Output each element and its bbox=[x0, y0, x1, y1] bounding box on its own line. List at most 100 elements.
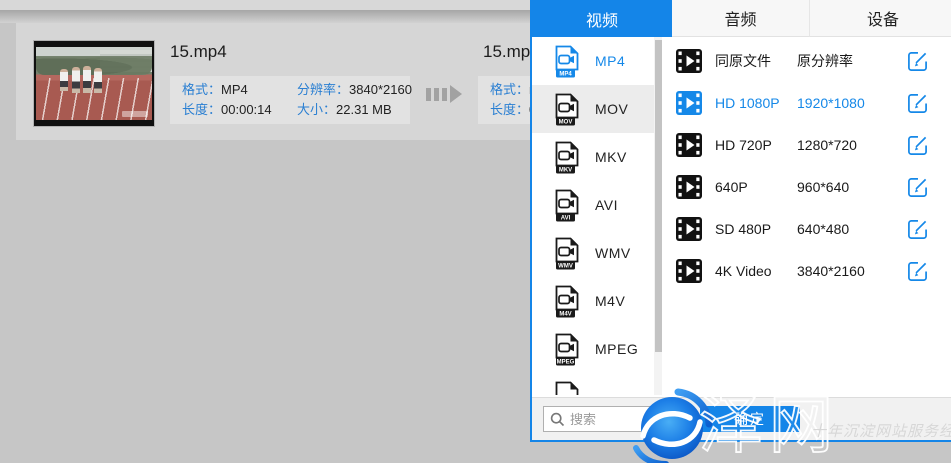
popup-tabs: 视频 音频 设备 bbox=[532, 0, 951, 37]
file-format-icon: MPEG bbox=[554, 333, 580, 366]
duration-label: 长度： bbox=[490, 102, 529, 117]
preset-resolution: 1920*1080 bbox=[797, 95, 907, 111]
edit-icon bbox=[907, 219, 928, 240]
svg-text:M4V: M4V bbox=[559, 311, 571, 317]
preset-list: 同原文件 原分辨率 bbox=[662, 37, 951, 395]
format-list-scrollbar[interactable] bbox=[654, 37, 662, 395]
file-format-icon: WMV bbox=[554, 237, 580, 270]
preset-row-hd720p[interactable]: HD 720P 1280*720 bbox=[662, 124, 951, 166]
svg-text:MOV: MOV bbox=[559, 119, 573, 125]
preset-resolution: 1280*720 bbox=[797, 137, 907, 153]
format-item-partial[interactable] bbox=[532, 373, 654, 395]
preset-name: 4K Video bbox=[715, 263, 797, 279]
preset-row-original[interactable]: 同原文件 原分辨率 bbox=[662, 40, 951, 82]
preset-name: 同原文件 bbox=[715, 51, 797, 71]
edit-preset-button[interactable] bbox=[907, 135, 928, 156]
popup-body: MP4 MP4 MOV MOV bbox=[532, 37, 951, 395]
filmstrip-icon bbox=[676, 133, 702, 157]
format-item-mp4[interactable]: MP4 MP4 bbox=[532, 37, 654, 85]
video-thumbnail bbox=[33, 40, 155, 127]
preset-row-4k[interactable]: 4K Video 3840*2160 bbox=[662, 250, 951, 292]
size-value: 22.31 MB bbox=[336, 102, 392, 117]
format-popup: 视频 音频 设备 MP4 MP4 bbox=[530, 0, 951, 442]
edit-icon bbox=[907, 51, 928, 72]
thumbnail-person bbox=[72, 67, 80, 93]
format-item-mkv[interactable]: MKV MKV bbox=[532, 133, 654, 181]
filmstrip-icon bbox=[676, 175, 702, 199]
size-label: 大小： bbox=[297, 102, 336, 117]
svg-text:AVI: AVI bbox=[561, 215, 571, 221]
edit-icon bbox=[907, 93, 928, 114]
preset-resolution: 960*640 bbox=[797, 179, 907, 195]
filmstrip-icon bbox=[676, 259, 702, 283]
preset-name: HD 720P bbox=[715, 137, 797, 153]
file-format-icon: MOV bbox=[554, 93, 580, 126]
source-info-row2: 长度：00:00:14 大小：22.31 MB bbox=[182, 100, 398, 120]
file-format-icon: AVI bbox=[554, 189, 580, 222]
format-label: 格式： bbox=[490, 82, 529, 97]
confirm-button[interactable]: 确定 bbox=[700, 406, 800, 432]
svg-text:MP4: MP4 bbox=[559, 71, 572, 77]
edit-preset-button[interactable] bbox=[907, 261, 928, 282]
format-value: MP4 bbox=[221, 80, 283, 100]
preset-name: HD 1080P bbox=[715, 95, 797, 111]
duration-label: 长度： bbox=[182, 102, 221, 117]
source-file-title: 15.mp4 bbox=[170, 42, 227, 62]
preset-resolution: 3840*2160 bbox=[797, 263, 907, 279]
search-input[interactable] bbox=[570, 408, 668, 430]
format-item-mov[interactable]: MOV MOV bbox=[532, 85, 654, 133]
thumbnail-person bbox=[60, 69, 68, 91]
duration-value: 00:00:14 bbox=[221, 100, 283, 120]
format-list: MP4 MP4 MOV MOV bbox=[532, 37, 654, 395]
convert-arrow-icon bbox=[426, 85, 462, 103]
thumbnail-person bbox=[83, 66, 91, 93]
format-item-wmv[interactable]: WMV WMV bbox=[532, 229, 654, 277]
edit-preset-button[interactable] bbox=[907, 177, 928, 198]
svg-text:WMV: WMV bbox=[558, 263, 573, 269]
format-item-avi[interactable]: AVI AVI bbox=[532, 181, 654, 229]
edit-icon bbox=[907, 261, 928, 282]
format-label: AVI bbox=[595, 197, 618, 213]
edit-preset-button[interactable] bbox=[907, 51, 928, 72]
resolution-label: 分辨率： bbox=[297, 82, 349, 97]
format-label: MKV bbox=[595, 149, 627, 165]
format-label: M4V bbox=[595, 293, 625, 309]
filmstrip-icon bbox=[676, 217, 702, 241]
filmstrip-icon bbox=[676, 49, 702, 73]
search-icon bbox=[550, 412, 565, 427]
tab-audio[interactable]: 音频 bbox=[672, 0, 810, 37]
svg-text:MKV: MKV bbox=[559, 167, 572, 173]
preset-row-sd480p[interactable]: SD 480P 640*480 bbox=[662, 208, 951, 250]
filmstrip-icon bbox=[676, 91, 702, 115]
file-format-icon: MP4 bbox=[554, 45, 580, 78]
format-label: WMV bbox=[595, 245, 631, 261]
file-format-icon: MKV bbox=[554, 141, 580, 174]
video-watermark bbox=[122, 111, 148, 117]
edit-preset-button[interactable] bbox=[907, 93, 928, 114]
preset-row-640p[interactable]: 640P 960*640 bbox=[662, 166, 951, 208]
format-label: MP4 bbox=[595, 53, 625, 69]
tab-video[interactable]: 视频 bbox=[532, 0, 672, 37]
format-item-m4v[interactable]: M4V M4V bbox=[532, 277, 654, 325]
format-label: MPEG bbox=[595, 341, 638, 357]
app-window: 15.mp4 格式：MP4分辨率：3840*2160 长度：00:00:14大小… bbox=[0, 0, 951, 463]
format-label: 格式： bbox=[182, 82, 221, 97]
video-frame bbox=[36, 47, 152, 120]
format-item-mpeg[interactable]: MPEG MPEG bbox=[532, 325, 654, 373]
file-format-icon: M4V bbox=[554, 285, 580, 318]
edit-preset-button[interactable] bbox=[907, 219, 928, 240]
resolution-value: 3840*2160 bbox=[349, 82, 412, 97]
edit-icon bbox=[907, 177, 928, 198]
thumbnail-person bbox=[94, 68, 102, 93]
tab-device[interactable]: 设备 bbox=[810, 0, 951, 37]
source-file-info: 格式：MP4 分辨率：3840*2160 长度：00:00:14 大小：22.31 … bbox=[170, 76, 410, 124]
search-box[interactable] bbox=[543, 406, 671, 432]
format-label: MOV bbox=[595, 101, 628, 117]
preset-name: SD 480P bbox=[715, 221, 797, 237]
edit-icon bbox=[907, 135, 928, 156]
file-format-icon bbox=[554, 381, 580, 396]
preset-row-hd1080p[interactable]: HD 1080P 1920*1080 bbox=[662, 82, 951, 124]
svg-text:MPEG: MPEG bbox=[557, 359, 575, 365]
preset-name: 640P bbox=[715, 179, 797, 195]
preset-resolution: 640*480 bbox=[797, 221, 907, 237]
